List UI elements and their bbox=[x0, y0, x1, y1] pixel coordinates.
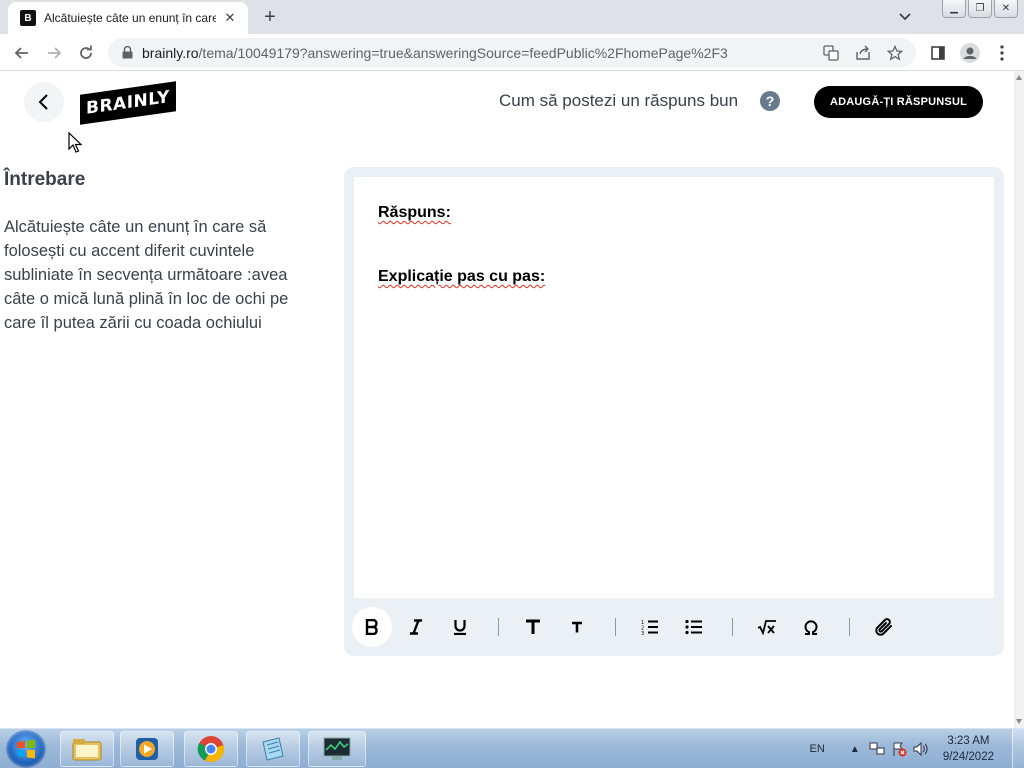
notepad-icon[interactable] bbox=[246, 731, 300, 767]
profile-avatar-icon[interactable] bbox=[958, 41, 982, 65]
language-indicator[interactable]: EN bbox=[810, 743, 825, 755]
tab-close-icon[interactable]: ✕ bbox=[222, 10, 238, 26]
show-hidden-icons-icon[interactable]: ▲ bbox=[847, 741, 863, 757]
page-content: Întrebare Alcătuiește câte un enunț în c… bbox=[0, 133, 1014, 728]
clock-time: 3:23 AM bbox=[947, 735, 990, 747]
formatting-toolbar: 123 bbox=[352, 607, 908, 647]
question-heading: Întrebare bbox=[4, 169, 86, 190]
site-header: BRAINLY Cum să postezi un răspuns bun ? … bbox=[0, 71, 1014, 133]
clock-date: 9/24/2022 bbox=[942, 751, 994, 763]
task-manager-icon[interactable] bbox=[308, 731, 366, 767]
taskbar-clock[interactable]: 3:23 AM 9/24/2022 bbox=[943, 733, 994, 765]
italic-icon[interactable] bbox=[396, 607, 436, 647]
system-tray: EN ▲ 3:23 AM 9/24/2022 bbox=[810, 729, 1024, 769]
svg-text:3: 3 bbox=[641, 631, 644, 635]
mouse-cursor-icon bbox=[68, 131, 83, 159]
underline-icon[interactable] bbox=[440, 607, 480, 647]
special-symbol-icon[interactable] bbox=[791, 607, 831, 647]
translate-icon[interactable] bbox=[820, 42, 842, 64]
restore-icon[interactable]: ❐ bbox=[968, 0, 992, 18]
math-formula-icon[interactable] bbox=[747, 607, 787, 647]
browser-tab-strip: B Alcătuiește câte un enunț în care ✕ + … bbox=[0, 0, 1024, 34]
windows-start-icon[interactable] bbox=[6, 730, 46, 768]
show-desktop-button[interactable] bbox=[1012, 729, 1024, 769]
heading-small-icon[interactable] bbox=[557, 607, 597, 647]
bookmark-star-icon[interactable] bbox=[884, 42, 906, 64]
tab-search-chevron-icon[interactable] bbox=[893, 7, 917, 27]
share-icon[interactable] bbox=[852, 42, 874, 64]
side-panel-icon[interactable] bbox=[926, 41, 950, 65]
how-to-answer-link[interactable]: Cum să postezi un răspuns bun bbox=[499, 91, 738, 111]
back-button[interactable] bbox=[24, 82, 64, 122]
toolbar-divider bbox=[615, 618, 616, 636]
answer-label-text: Răspuns: bbox=[378, 204, 451, 221]
action-center-flag-icon[interactable] bbox=[891, 741, 907, 757]
explanation-label-text: Explicație pas cu pas: bbox=[378, 268, 546, 285]
url-path: /tema/10049179?answering=true&answeringS… bbox=[198, 44, 728, 61]
forward-arrow-icon[interactable] bbox=[42, 41, 66, 65]
answer-editor[interactable]: Răspuns: Explicație pas cu pas: bbox=[354, 177, 994, 598]
browser-menu-icon[interactable] bbox=[990, 41, 1014, 65]
brainly-logo[interactable]: BRAINLY bbox=[80, 81, 176, 125]
bold-icon[interactable] bbox=[352, 607, 392, 647]
minimize-icon[interactable]: ▁ bbox=[942, 0, 966, 18]
toolbar-divider bbox=[498, 618, 499, 636]
answer-editor-panel: Răspuns: Explicație pas cu pas: 123 bbox=[344, 167, 1004, 656]
windows-taskbar: EN ▲ 3:23 AM 9/24/2022 bbox=[0, 728, 1024, 769]
url-host: brainly.ro bbox=[142, 44, 199, 61]
page-scrollbar[interactable] bbox=[1014, 71, 1024, 728]
ordered-list-icon[interactable]: 123 bbox=[630, 607, 670, 647]
browser-tab[interactable]: B Alcătuiește câte un enunț în care ✕ bbox=[8, 2, 248, 34]
close-window-icon[interactable]: ✕ bbox=[994, 0, 1018, 18]
network-icon[interactable] bbox=[869, 741, 885, 757]
browser-toolbar: brainly.ro/tema/10049179?answering=true&… bbox=[0, 34, 1024, 71]
scroll-down-arrow-icon[interactable] bbox=[1016, 719, 1022, 724]
back-arrow-icon[interactable] bbox=[10, 41, 34, 65]
chrome-taskbar-icon[interactable] bbox=[184, 731, 238, 767]
media-player-icon[interactable] bbox=[120, 731, 174, 767]
add-answer-button[interactable]: ADAUGĂ-ȚI RĂSPUNSUL bbox=[814, 86, 983, 118]
file-explorer-icon[interactable] bbox=[60, 731, 114, 767]
reload-icon[interactable] bbox=[74, 41, 98, 65]
window-controls: ▁ ❐ ✕ bbox=[942, 0, 1018, 18]
bullet-list-icon[interactable] bbox=[674, 607, 714, 647]
help-question-icon[interactable]: ? bbox=[760, 91, 780, 111]
explanation-label: Explicație pas cu pas: bbox=[378, 268, 545, 286]
answer-label: Răspuns: bbox=[378, 204, 451, 222]
volume-icon[interactable] bbox=[913, 741, 929, 757]
attachment-icon[interactable] bbox=[864, 607, 904, 647]
tab-title: Alcătuiește câte un enunț în care bbox=[44, 11, 216, 25]
toolbar-divider bbox=[732, 618, 733, 636]
heading-large-icon[interactable] bbox=[513, 607, 553, 647]
lock-icon[interactable] bbox=[120, 46, 134, 60]
scroll-up-arrow-icon[interactable] bbox=[1016, 75, 1022, 80]
toolbar-divider bbox=[849, 618, 850, 636]
brainly-favicon-icon: B bbox=[20, 10, 36, 26]
url-text: brainly.ro/tema/10049179?answering=true&… bbox=[142, 45, 820, 61]
address-bar[interactable]: brainly.ro/tema/10049179?answering=true&… bbox=[108, 38, 916, 67]
new-tab-icon[interactable]: + bbox=[258, 6, 282, 28]
question-text: Alcătuiește câte un enunț în care să fol… bbox=[4, 218, 289, 332]
